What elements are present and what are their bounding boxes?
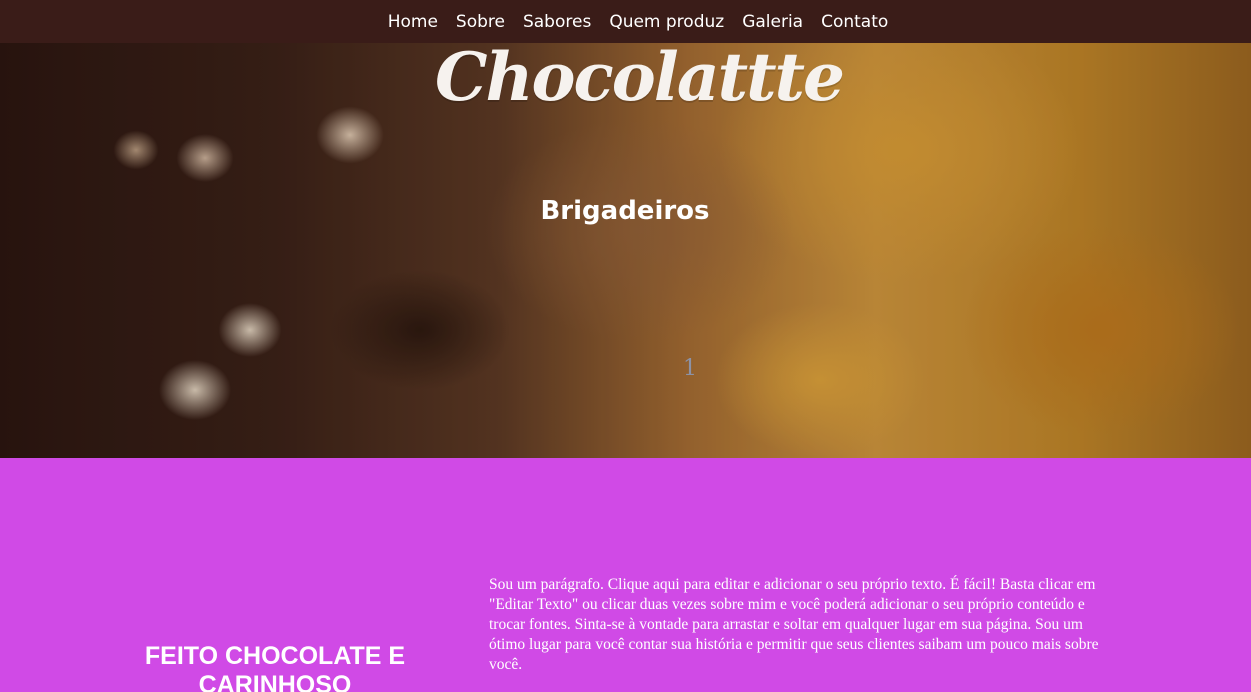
about-heading: FEITO CHOCOLATE E CARINHOSO [144,642,406,692]
main-navbar: Home Sobre Sabores Quem produz Galeria C… [0,0,1251,43]
slide-counter[interactable]: 1 [683,356,697,381]
nav-sobre-link[interactable]: Sobre [456,12,505,32]
about-paragraph: Sou um parágrafo. Clique aqui para edita… [489,576,1099,673]
nav-sabores-link[interactable]: Sabores [523,12,591,32]
nav-quem-produz-link[interactable]: Quem produz [609,12,724,32]
slide-title: Brigadeiros [540,196,710,226]
nav-contato-link[interactable]: Contato [821,12,888,32]
nav-galeria-link[interactable]: Galeria [742,12,803,32]
nav-home-link[interactable]: Home [388,12,438,32]
site-logo[interactable]: Chocolattte [435,38,845,116]
